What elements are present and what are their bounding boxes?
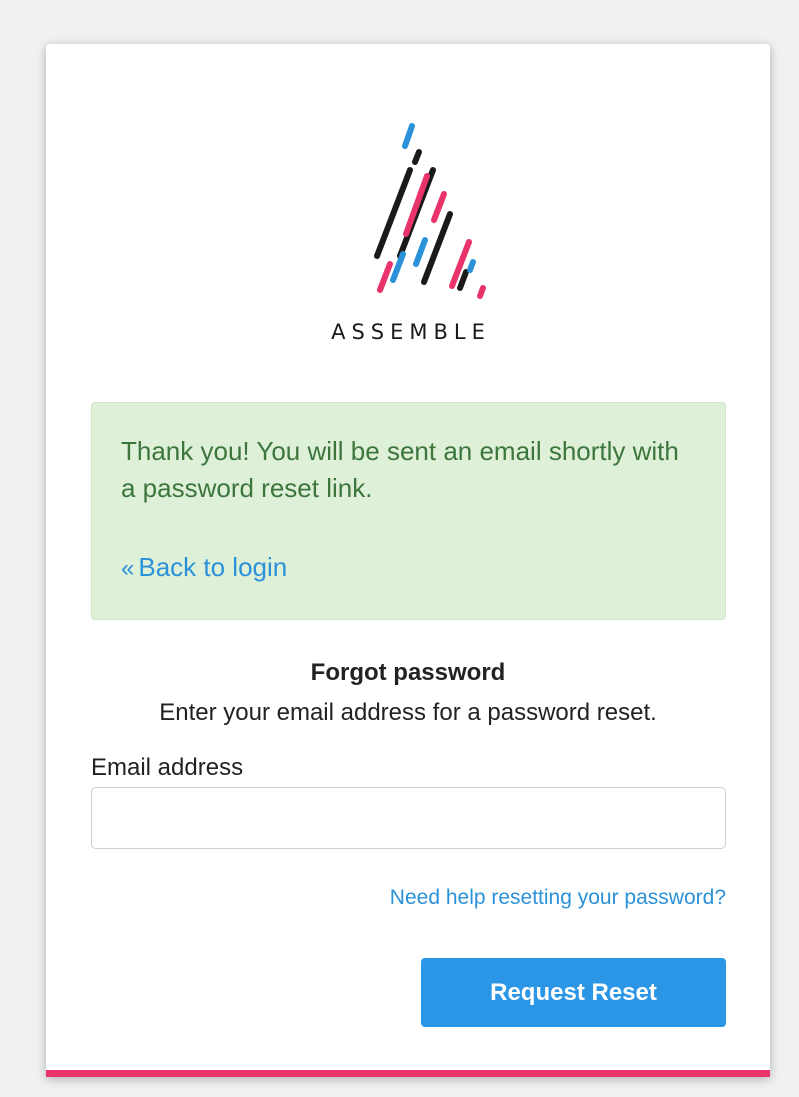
- assemble-logo-icon: [374, 123, 486, 299]
- form-title: Forgot password: [310, 659, 506, 686]
- reset-card: ASSEMBLE Thank you! You will be sent an …: [46, 44, 770, 1077]
- email-label: Email address: [91, 754, 244, 781]
- brand-wordmark: ASSEMBLE: [331, 320, 491, 344]
- back-to-login-link[interactable]: «Back to login: [121, 552, 287, 583]
- email-input[interactable]: [91, 787, 726, 849]
- accent-bar: [46, 1070, 770, 1077]
- request-reset-button[interactable]: Request Reset: [421, 958, 726, 1027]
- alert-message: Thank you! You will be sent an email sho…: [121, 436, 679, 503]
- back-to-login-label: Back to login: [138, 552, 288, 582]
- form-subtitle: Enter your email address for a password …: [159, 699, 657, 726]
- success-alert: Thank you! You will be sent an email sho…: [91, 402, 726, 620]
- double-chevron-left-icon: «: [121, 555, 135, 582]
- help-reset-link[interactable]: Need help resetting your password?: [390, 886, 726, 910]
